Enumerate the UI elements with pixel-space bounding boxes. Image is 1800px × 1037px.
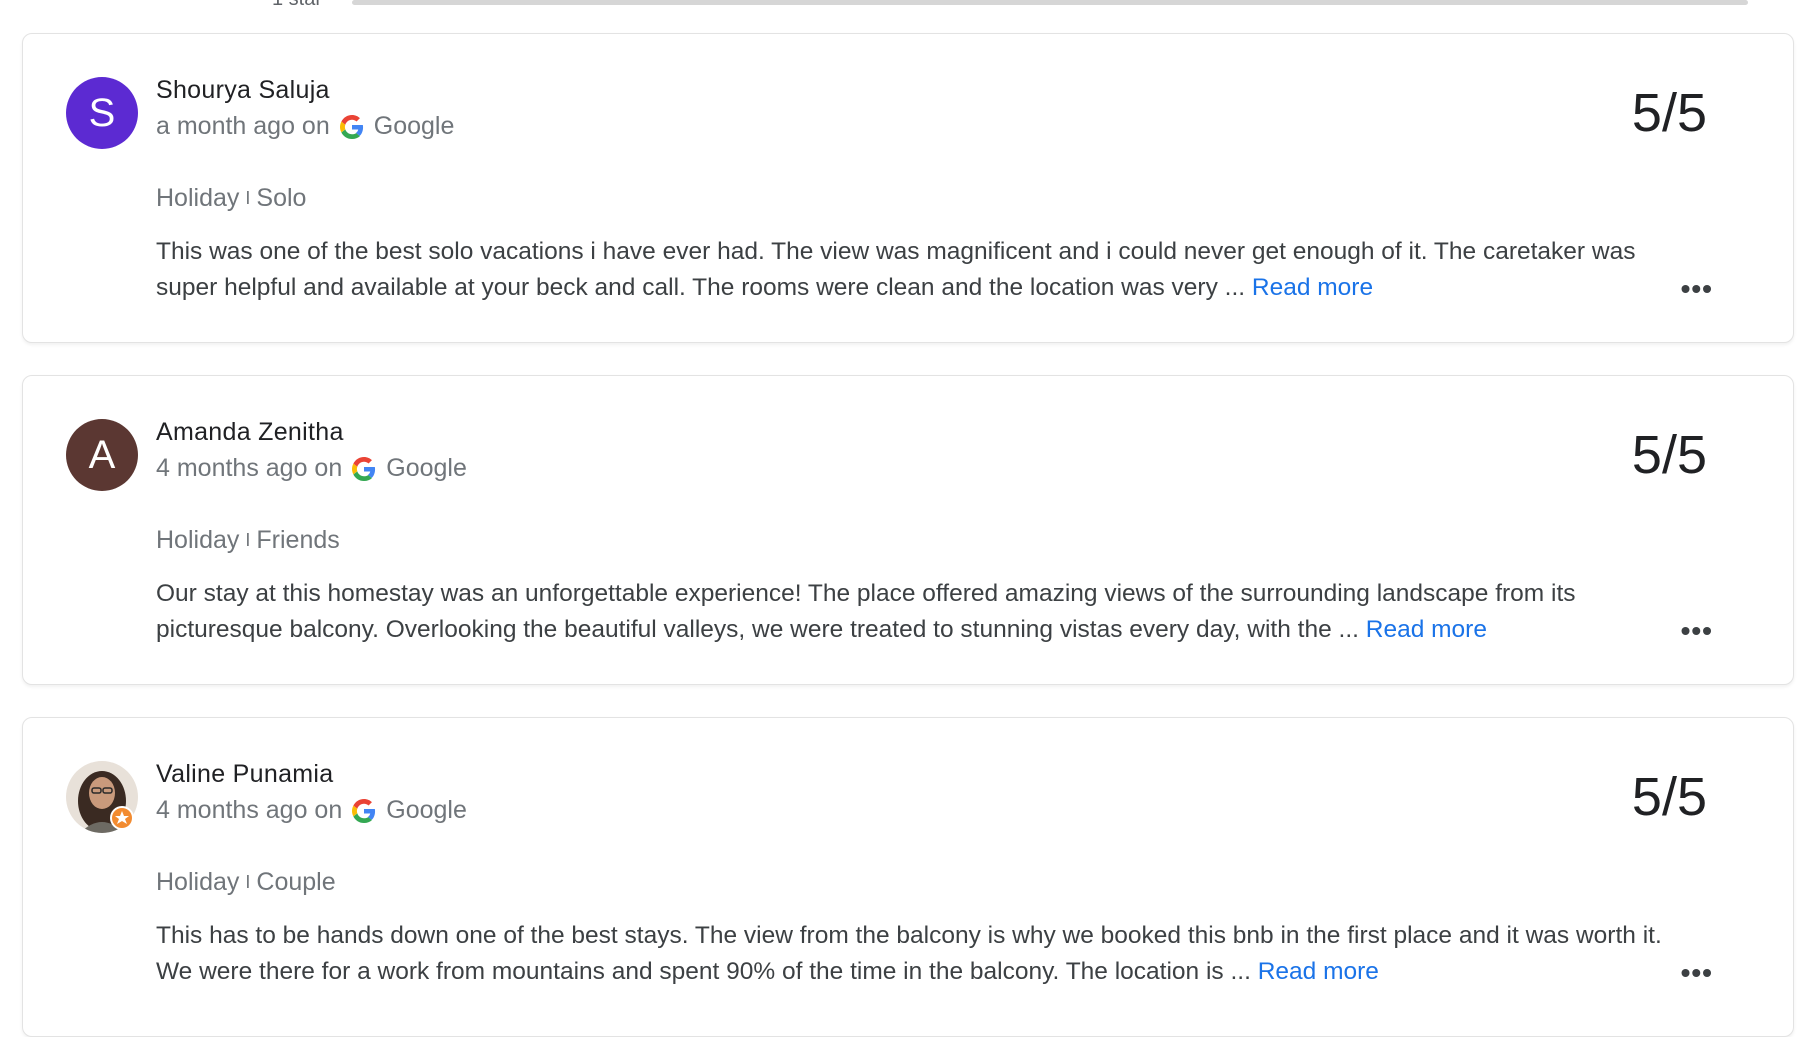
review-card: A Amanda Zenitha 4 months ago on Google … [22, 375, 1794, 685]
review-body: This was one of the best solo vacations … [156, 238, 1636, 301]
trip-tags: Holiday I Couple [156, 868, 336, 897]
trip-tags: Holiday I Friends [156, 526, 340, 555]
review-score: 5/5 [1631, 767, 1707, 827]
google-icon [339, 114, 363, 139]
avatar[interactable]: A [66, 419, 138, 491]
traveler-type-tag: Friends [256, 526, 340, 554]
trip-type-tag: Holiday [156, 526, 240, 554]
review-score: 5/5 [1631, 425, 1707, 485]
traveler-type-tag: Couple [256, 868, 336, 896]
review-text: This was one of the best solo vacations … [156, 234, 1686, 306]
review-meta: a month ago on Google [156, 112, 454, 141]
trip-type-tag: Holiday [156, 184, 240, 212]
review-source: Google [386, 454, 467, 482]
review-score: 5/5 [1631, 83, 1707, 143]
review-time: a month ago on [156, 112, 330, 140]
more-options-icon[interactable]: ••• [1681, 617, 1713, 645]
review-text: Our stay at this homestay was an unforge… [156, 576, 1686, 648]
review-time: 4 months ago on [156, 454, 343, 482]
avatar[interactable]: S [66, 77, 138, 149]
rating-distribution-strip: 1 star [0, 0, 1800, 20]
review-meta: 4 months ago on Google [156, 796, 467, 825]
review-source: Google [386, 796, 467, 824]
reviewer-name[interactable]: Amanda Zenitha [156, 418, 344, 447]
google-icon [352, 798, 376, 823]
avatar[interactable] [66, 761, 138, 833]
review-source: Google [373, 112, 455, 140]
reviewer-name[interactable]: Valine Punamia [156, 760, 333, 789]
review-card: Valine Punamia 4 months ago on Google 5/… [22, 717, 1794, 1037]
google-icon [352, 456, 376, 481]
rating-row-label: 1 star [272, 0, 322, 11]
more-options-icon[interactable]: ••• [1681, 959, 1713, 987]
review-meta: 4 months ago on Google [156, 454, 467, 483]
rating-bar-track [352, 0, 1748, 5]
read-more-link[interactable]: Read more [1258, 958, 1379, 985]
review-body: This has to be hands down one of the bes… [156, 922, 1662, 985]
trip-tags: Holiday I Solo [156, 184, 306, 213]
trip-type-tag: Holiday [156, 868, 240, 896]
tag-separator: I [245, 188, 251, 208]
tag-separator: I [245, 872, 251, 892]
review-time: 4 months ago on [156, 796, 343, 824]
review-body: Our stay at this homestay was an unforge… [156, 580, 1576, 643]
traveler-type-tag: Solo [256, 184, 307, 212]
review-text: This has to be hands down one of the bes… [156, 918, 1686, 990]
review-card: S Shourya Saluja a month ago on Google 5… [22, 33, 1794, 343]
read-more-link[interactable]: Read more [1252, 274, 1373, 301]
more-options-icon[interactable]: ••• [1681, 275, 1713, 303]
read-more-link[interactable]: Read more [1366, 616, 1487, 643]
reviewer-name[interactable]: Shourya Saluja [156, 76, 330, 105]
tag-separator: I [245, 530, 251, 550]
